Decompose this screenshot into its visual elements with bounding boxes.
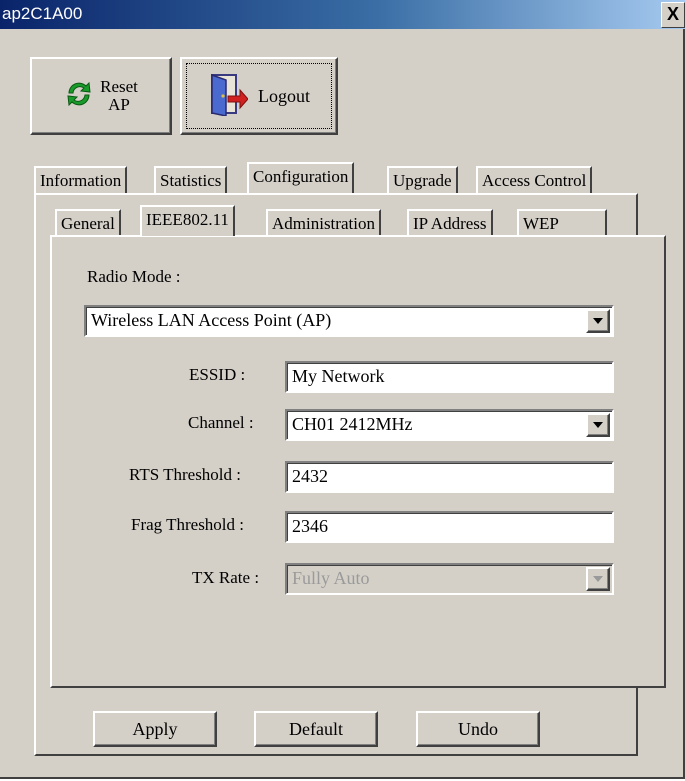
tab-upgrade[interactable]: Upgrade (387, 166, 458, 193)
tx-rate-value: Fully Auto (292, 568, 370, 588)
chevron-down-icon[interactable] (586, 413, 610, 437)
radio-mode-value: Wireless LAN Access Point (AP) (91, 310, 332, 330)
radio-mode-label: Radio Mode : (87, 267, 181, 286)
tx-rate-label: TX Rate : (192, 568, 260, 587)
tab-access-control[interactable]: Access Control (476, 166, 593, 193)
reset-ap-label: Reset AP (100, 77, 138, 114)
tab-statistics[interactable]: Statistics (154, 166, 228, 193)
undo-button[interactable]: Undo (416, 711, 540, 747)
channel-select[interactable]: CH01 2412MHz (285, 409, 614, 441)
rts-threshold-label: RTS Threshold : (129, 465, 242, 484)
tab-ieee80211[interactable]: IEEE802.11 (140, 205, 235, 236)
chevron-down-icon[interactable] (586, 309, 610, 333)
tab-general[interactable]: General (55, 209, 121, 236)
tab-information[interactable]: Information (34, 166, 128, 193)
window-title: ap2C1A00 (2, 4, 83, 23)
logout-button[interactable]: Logout (180, 57, 338, 135)
apply-button[interactable]: Apply (93, 711, 217, 747)
tab-wep[interactable]: WEP (517, 209, 607, 236)
reset-ap-button[interactable]: Reset AP (30, 57, 172, 135)
tab-ip-address[interactable]: IP Address (407, 209, 493, 236)
frag-threshold-label: Frag Threshold : (131, 515, 245, 534)
tab-administration[interactable]: Administration (266, 209, 381, 236)
essid-input[interactable]: My Network (285, 361, 614, 393)
tab-configuration[interactable]: Configuration (247, 162, 355, 193)
window: ap2C1A00 X Reset AP Logout Information S… (0, 0, 685, 779)
close-button[interactable]: X (661, 2, 685, 28)
channel-label: Channel : (188, 413, 254, 432)
essid-label: ESSID : (189, 365, 246, 384)
rts-threshold-input[interactable]: 2432 (285, 461, 614, 493)
channel-value: CH01 2412MHz (292, 414, 413, 434)
tx-rate-select: Fully Auto (285, 563, 614, 595)
chevron-down-icon (586, 567, 610, 591)
radio-mode-select[interactable]: Wireless LAN Access Point (AP) (84, 305, 614, 337)
refresh-icon (64, 79, 94, 114)
default-button[interactable]: Default (254, 711, 378, 747)
frag-threshold-input[interactable]: 2346 (285, 511, 614, 543)
title-bar: ap2C1A00 X (0, 0, 685, 29)
